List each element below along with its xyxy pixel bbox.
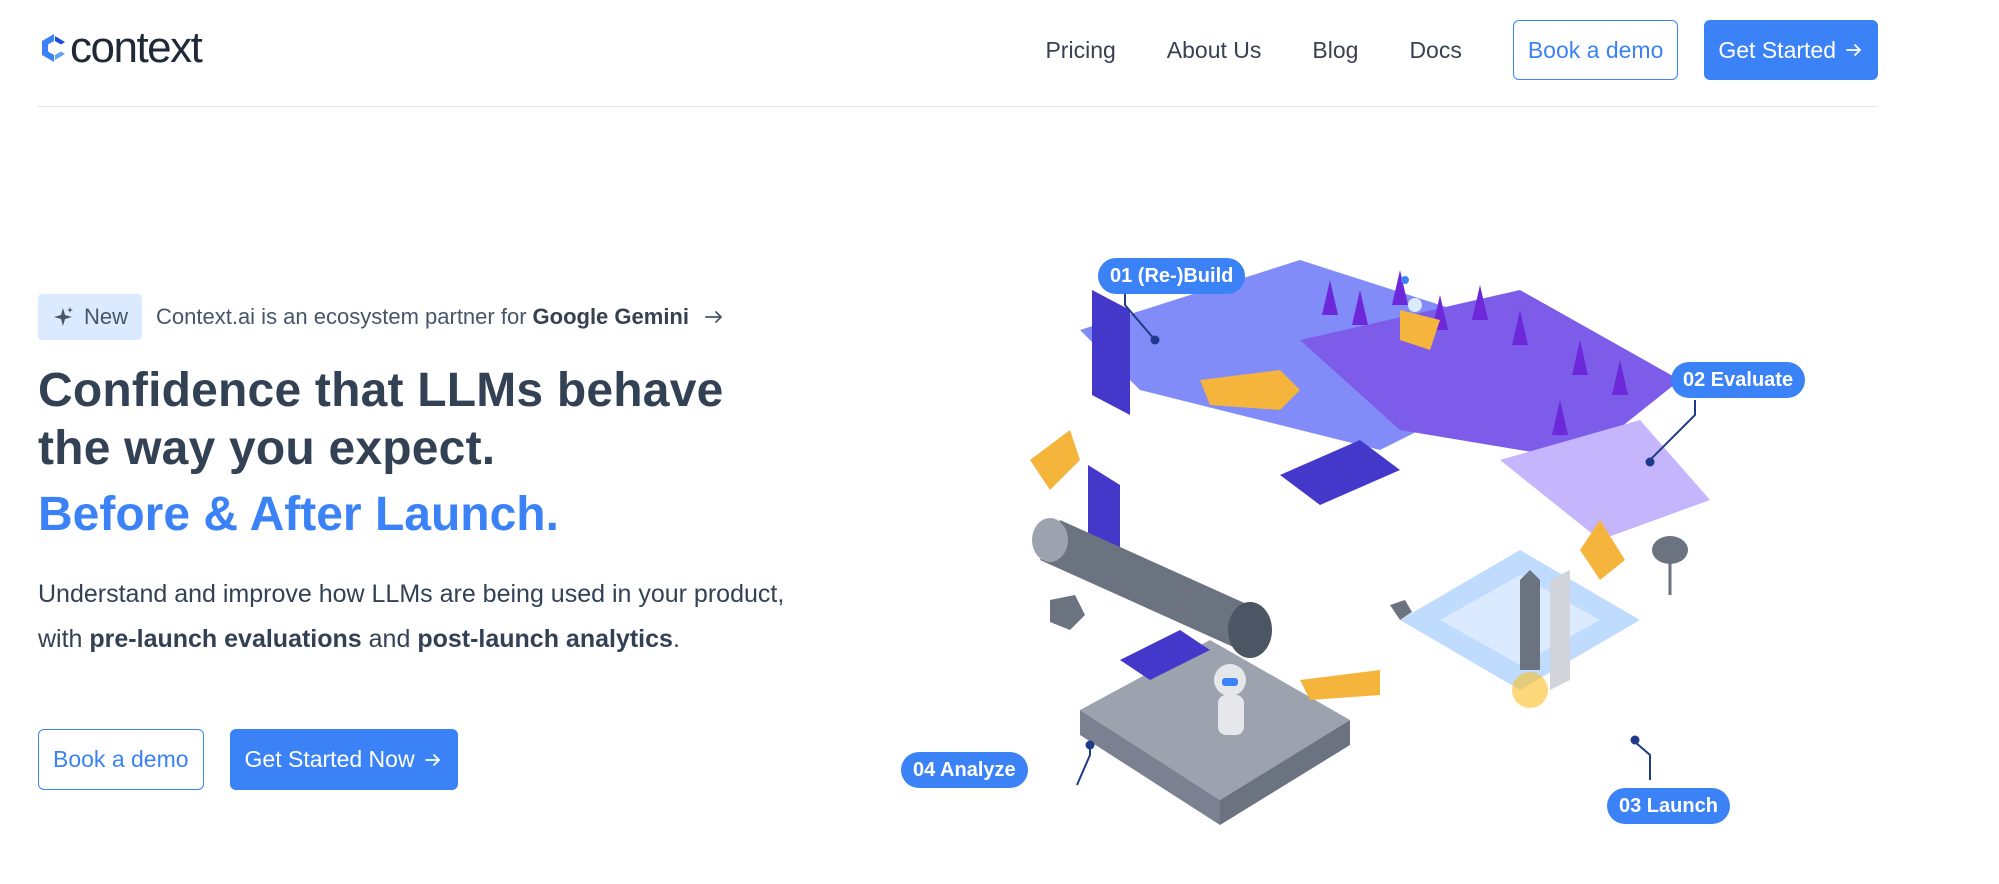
- get-started-now-button[interactable]: Get Started Now: [229, 729, 458, 790]
- sparkle-icon: [54, 307, 73, 326]
- arrow-right-icon: [705, 311, 723, 323]
- site-header: context Pricing About Us Blog Docs Book …: [38, 0, 1878, 107]
- sub-bold-1: pre-launch evaluations: [89, 625, 362, 653]
- step-launch-label: 03 Launch: [1607, 788, 1730, 824]
- nav-docs[interactable]: Docs: [1409, 37, 1461, 64]
- main-nav: Pricing About Us Blog Docs Book a demo G…: [1045, 20, 1878, 80]
- satellite-dish: [1652, 536, 1688, 595]
- get-started-button[interactable]: Get Started: [1704, 20, 1878, 80]
- arrow-right-icon: [1846, 44, 1862, 56]
- step-rebuild-label: 01 (Re-)Build: [1098, 258, 1246, 294]
- headline-line-2: the way you expect.: [38, 422, 496, 475]
- new-badge-label: New: [84, 304, 129, 329]
- sub-bold-2: post-launch analytics: [417, 625, 673, 653]
- step-evaluate-label: 02 Evaluate: [1671, 362, 1806, 398]
- step-analyze-label: 04 Analyze: [901, 752, 1028, 788]
- nav-blog[interactable]: Blog: [1312, 37, 1358, 64]
- announcement-link[interactable]: Context.ai is an ecosystem partner for G…: [156, 304, 725, 330]
- hero-book-demo-label: Book a demo: [53, 746, 189, 772]
- book-demo-label: Book a demo: [1527, 36, 1664, 63]
- announcement-prefix: Context.ai is an ecosystem partner for: [156, 304, 527, 329]
- nav-pricing[interactable]: Pricing: [1045, 37, 1115, 64]
- new-badge: New: [38, 294, 143, 340]
- hero-cta-group: Book a demo Get Started Now: [38, 729, 458, 790]
- hero-headline: Confidence that LLMs behave the way you …: [38, 362, 724, 478]
- logo-text: context: [70, 23, 203, 72]
- headline-accent: Before & After Launch.: [38, 488, 559, 541]
- sub-text-2: and: [361, 625, 418, 653]
- get-started-now-label: Get Started Now: [244, 746, 415, 772]
- arrow-right-icon: [424, 753, 440, 766]
- sub-text-3: .: [672, 625, 680, 653]
- announcement-bold: Google Gemini: [532, 304, 689, 329]
- logo[interactable]: context: [38, 23, 203, 72]
- space-station-module: [1032, 518, 1272, 658]
- hero-book-demo-button[interactable]: Book a demo: [38, 729, 204, 790]
- get-started-label: Get Started: [1718, 36, 1836, 63]
- gray-platform: [1080, 640, 1350, 825]
- announcement-row: New Context.ai is an ecosystem partner f…: [38, 294, 725, 340]
- headline-line-1: Confidence that LLMs behave: [38, 364, 724, 417]
- isometric-space-station-illustration: [1030, 260, 1710, 825]
- hero-description: Understand and improve how LLMs are bein…: [38, 572, 798, 662]
- book-demo-button[interactable]: Book a demo: [1512, 20, 1679, 80]
- hero-illustration: 01 (Re-)Build 02 Evaluate 03 Launch 04 A…: [880, 200, 1880, 884]
- context-logo-icon: [42, 34, 65, 62]
- nav-about-us[interactable]: About Us: [1167, 37, 1262, 64]
